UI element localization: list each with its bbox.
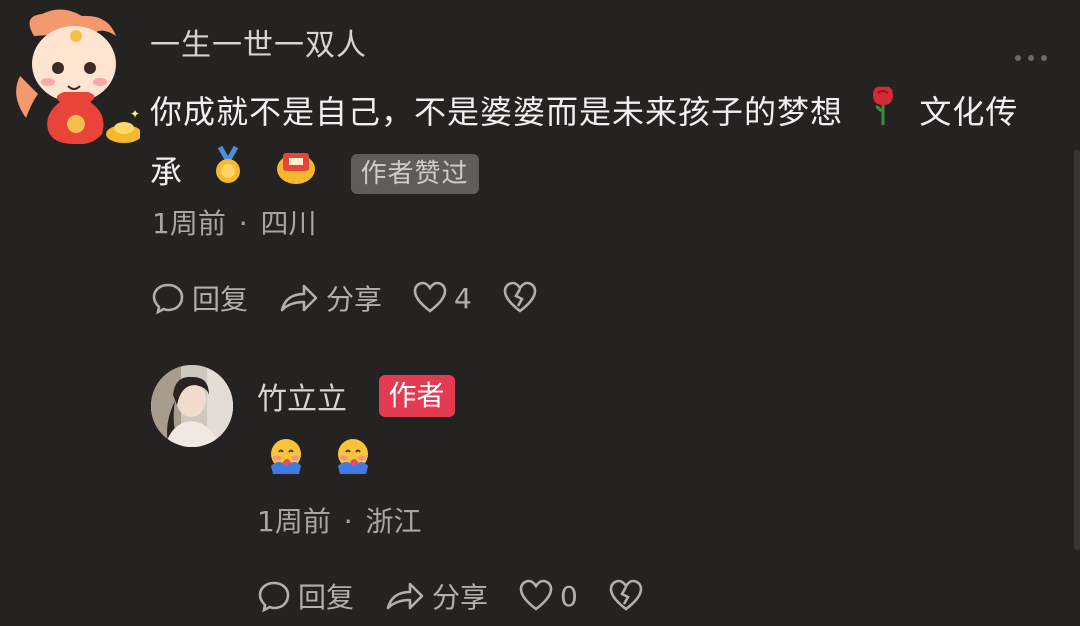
- meta-separator: ·: [343, 505, 353, 538]
- cartoon-horse-avatar-icon[interactable]: ✦: [12, 6, 142, 145]
- rose-emoji-icon: [868, 85, 898, 144]
- reply-location: 浙江: [365, 505, 422, 538]
- share-button[interactable]: 分享: [384, 576, 488, 616]
- medal-emoji-icon: [212, 145, 244, 202]
- dislike-button[interactable]: [502, 281, 538, 315]
- share-arrow-icon: [386, 582, 424, 610]
- author-badge: 作者: [378, 375, 455, 417]
- like-button[interactable]: 0: [518, 579, 578, 613]
- reply-content: [265, 436, 374, 480]
- reply-label: 回复: [298, 581, 355, 614]
- heart-icon: [413, 281, 447, 313]
- reply-button[interactable]: 回复: [256, 576, 354, 616]
- broken-heart-icon: [609, 579, 643, 611]
- author-liked-badge: 作者赞过: [350, 153, 479, 194]
- gift-emoji-icon: [275, 145, 317, 202]
- comment-text: 你成就不是自己，不是婆婆而是未来孩子的梦想 文化传 承 作者赞过: [150, 84, 1055, 202]
- chat-bubble-icon: [258, 581, 290, 613]
- hug-emoji-icon: [265, 436, 307, 480]
- heart-icon: [519, 579, 553, 611]
- comment-time: 1周前: [152, 207, 226, 240]
- reply-meta: 1周前 · 浙江: [257, 500, 422, 540]
- comment-username[interactable]: 一生一世一双人: [150, 20, 367, 64]
- meta-separator: ·: [238, 207, 248, 240]
- share-label: 分享: [432, 581, 489, 614]
- reply-username[interactable]: 竹立立: [257, 382, 347, 417]
- reply-label: 回复: [192, 283, 249, 316]
- broken-heart-icon: [503, 281, 537, 313]
- comment-text-line1-tail: 文化传: [919, 93, 1019, 131]
- more-dots-icon[interactable]: [1014, 44, 1048, 69]
- like-count: 0: [560, 579, 578, 613]
- scrollbar[interactable]: [1074, 150, 1080, 550]
- comment-location: 四川: [260, 207, 317, 240]
- comment-text-line2: 承: [150, 152, 184, 191]
- share-button[interactable]: 分享: [278, 278, 382, 318]
- dislike-button[interactable]: [608, 579, 644, 613]
- comment-text-line1: 你成就不是自己，不是婆婆而是未来孩子的梦想: [150, 93, 844, 131]
- reply-actions: 回复 分享 0: [256, 576, 674, 616]
- comment-meta: 1周前 · 四川: [152, 202, 317, 242]
- chat-bubble-icon: [152, 283, 184, 315]
- share-label: 分享: [326, 283, 383, 316]
- svg-text:✦: ✦: [130, 107, 140, 121]
- like-count: 4: [454, 281, 472, 315]
- comment-actions: 回复 分享 4: [150, 278, 568, 318]
- like-button[interactable]: 4: [412, 281, 472, 315]
- hug-emoji-icon: [332, 436, 374, 480]
- share-arrow-icon: [280, 284, 318, 312]
- reply-button[interactable]: 回复: [150, 278, 248, 318]
- reply-avatar[interactable]: [151, 365, 233, 447]
- reply-header: 竹立立 作者: [257, 374, 455, 418]
- reply-time: 1周前: [257, 505, 331, 538]
